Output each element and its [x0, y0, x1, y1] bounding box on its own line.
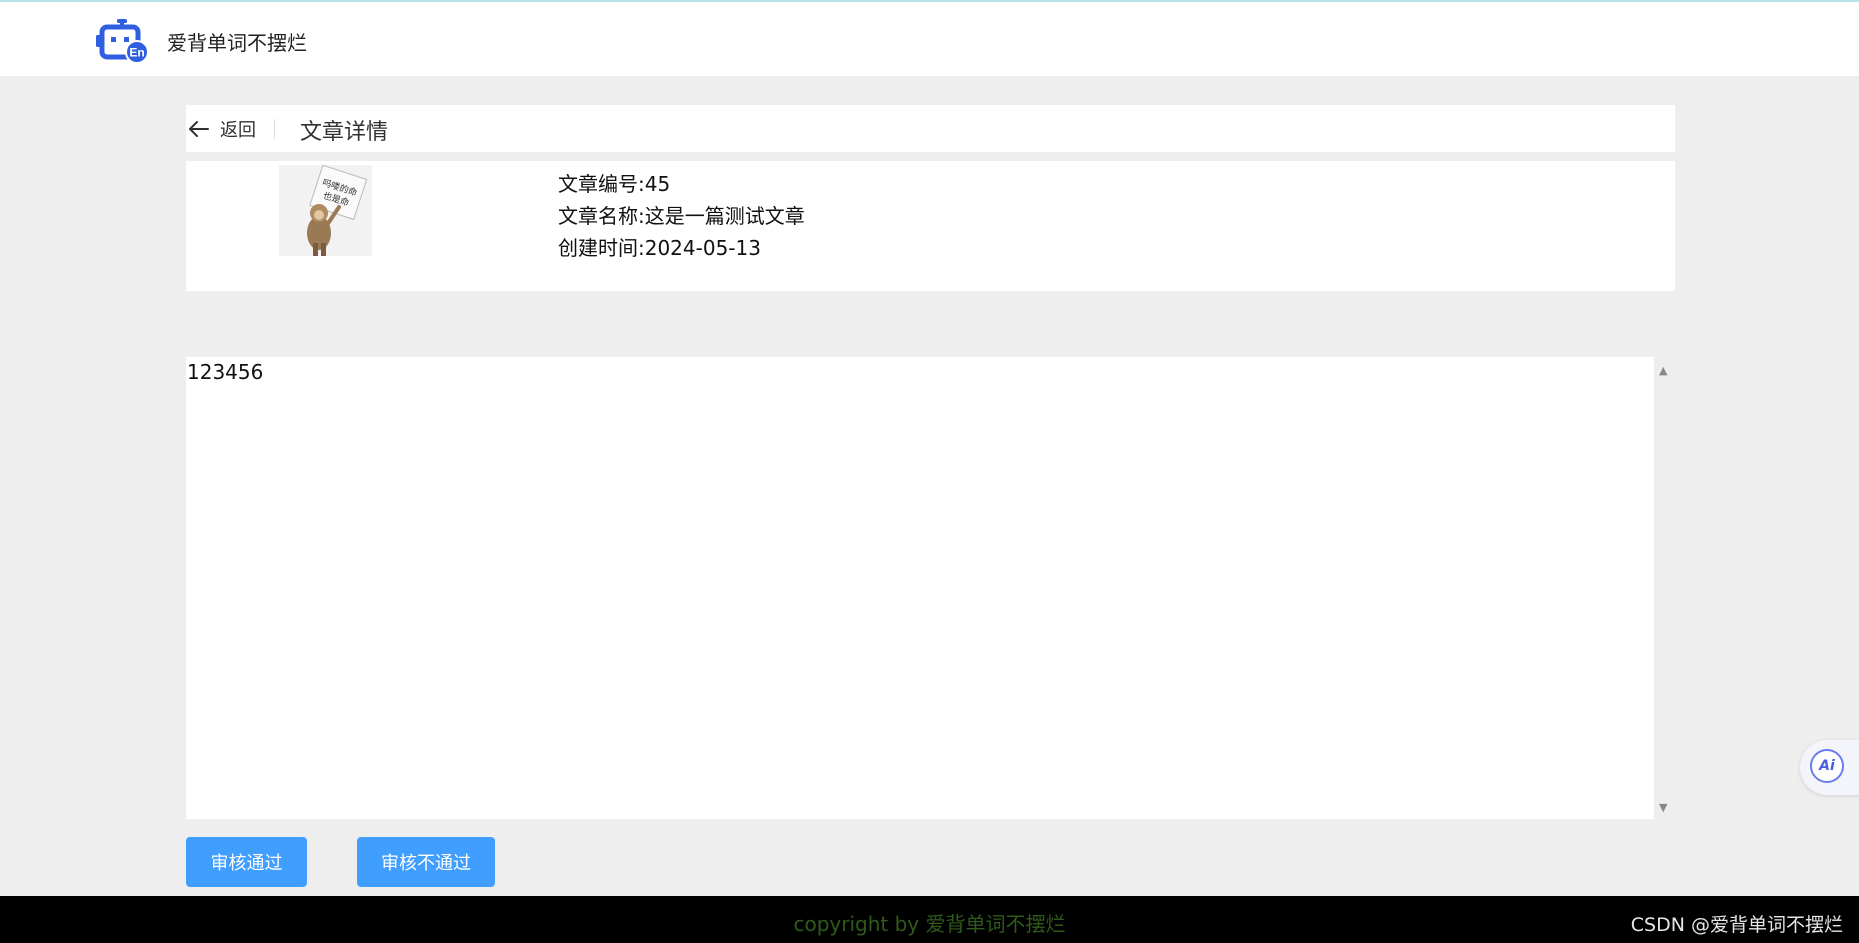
svg-text:En: En — [129, 46, 144, 60]
header-divider — [274, 119, 275, 139]
page-header: 返回 文章详情 — [186, 105, 1675, 152]
page-title: 文章详情 — [300, 120, 389, 145]
ai-icon: Ai — [1810, 749, 1844, 783]
footer: copyright by 爱背单词不摆烂 CSDN @爱背单词不摆烂 — [0, 896, 1859, 943]
article-created-time: 创建时间:2024-05-13 — [558, 236, 761, 260]
article-content[interactable]: 123456 — [186, 357, 1654, 819]
back-label: 返回 — [220, 119, 256, 141]
scroll-up-arrow-icon[interactable]: ▲ — [1659, 364, 1667, 377]
app-title: 爱背单词不摆烂 — [167, 31, 307, 55]
csdn-watermark: CSDN @爱背单词不摆烂 — [1630, 914, 1843, 936]
article-name: 文章名称:这是一篇测试文章 — [558, 204, 805, 228]
scroll-down-arrow-icon[interactable]: ▼ — [1659, 801, 1667, 814]
copyright-text: copyright by 爱背单词不摆烂 — [793, 912, 1066, 936]
article-info-card: 吗喽的命 也是命 文章编号:45 文章名称:这是一篇测试文章 创建时间:2024… — [186, 161, 1675, 291]
article-id: 文章编号:45 — [558, 172, 671, 196]
app-header: En 爱背单词不摆烂 — [0, 2, 1859, 76]
article-thumbnail: 吗喽的命 也是命 — [279, 165, 372, 256]
back-button[interactable]: 返回 — [186, 105, 256, 152]
ai-assistant-button[interactable]: Ai — [1800, 740, 1859, 795]
robot-en-icon: En — [96, 19, 148, 64]
reject-button[interactable]: 审核不通过 — [357, 837, 495, 887]
arrow-left-icon — [189, 120, 209, 137]
approve-button[interactable]: 审核通过 — [186, 837, 307, 887]
